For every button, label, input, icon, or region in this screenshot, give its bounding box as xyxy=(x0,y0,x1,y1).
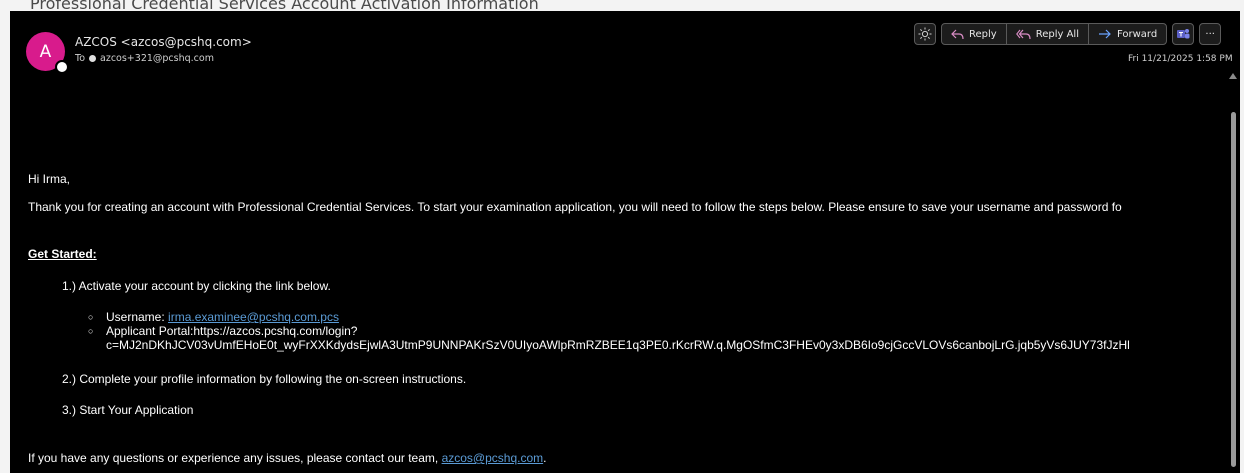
forward-arrow-icon xyxy=(1098,29,1111,39)
message-date: Fri 11/21/2025 1:58 PM xyxy=(1128,54,1233,64)
message-actions-toolbar: Reply Reply All Forward ··· xyxy=(914,23,1222,45)
sun-icon xyxy=(918,27,932,41)
bullet-icon: ○ xyxy=(88,312,94,322)
greeting-text: Hi Irma, xyxy=(28,172,70,186)
forward-label: Forward xyxy=(1116,28,1158,40)
step-2-text: 2.) Complete your profile information by… xyxy=(62,372,467,386)
contact-end: . xyxy=(543,451,547,465)
username-label: Username: xyxy=(106,310,169,324)
sender-name[interactable]: AZCOS <azcos@pcshq.com> xyxy=(75,35,252,49)
reply-icon xyxy=(951,29,964,39)
message-reading-pane: A AZCOS <azcos@pcshq.com> To azcos+321@p… xyxy=(10,11,1240,473)
reply-button-group: Reply Reply All Forward xyxy=(941,23,1168,45)
username-link[interactable]: irma.examinee@pcshq.com.pcs xyxy=(168,310,339,324)
bullet-icon: ○ xyxy=(88,326,94,336)
reply-label: Reply xyxy=(969,28,997,40)
scroll-up-arrow-icon[interactable] xyxy=(1229,73,1237,79)
reply-all-icon xyxy=(1015,29,1031,39)
username-line: Username: irma.examinee@pcshq.com.pcs xyxy=(106,310,339,324)
step-1-text: 1.) Activate your account by clicking th… xyxy=(62,279,331,293)
teams-share-button[interactable] xyxy=(1172,23,1195,45)
contact-text: If you have any questions or experience … xyxy=(28,451,442,465)
contact-email-link[interactable]: azcos@pcshq.com xyxy=(442,451,544,465)
reply-all-label: Reply All xyxy=(1035,28,1079,40)
vertical-scrollbar-thumb[interactable] xyxy=(1231,112,1236,467)
portal-line-1: Applicant Portal:https://azcos.pcshq.com… xyxy=(106,324,358,338)
teams-icon xyxy=(1177,29,1190,39)
reply-all-button[interactable]: Reply All xyxy=(1007,24,1089,44)
get-started-heading: Get Started: xyxy=(28,247,97,261)
portal-line-2: c=MJ2nDKhJCV03vUmfEHoE0t_wyFrXXKdydsEjwl… xyxy=(106,338,1130,352)
step-3-text: 3.) Start Your Application xyxy=(62,403,194,417)
to-label: To xyxy=(75,53,86,64)
reply-button[interactable]: Reply xyxy=(942,24,1007,44)
recipient-line: To azcos+321@pcshq.com xyxy=(75,53,214,64)
brightness-button[interactable] xyxy=(914,23,936,45)
contact-line: If you have any questions or experience … xyxy=(28,451,546,465)
forward-button[interactable]: Forward xyxy=(1089,24,1166,44)
recipient-address[interactable]: azcos+321@pcshq.com xyxy=(100,53,214,64)
more-actions-button[interactable]: ··· xyxy=(1199,23,1222,45)
presence-indicator xyxy=(55,60,69,74)
recipient-status-dot-icon xyxy=(89,55,97,62)
intro-paragraph: Thank you for creating an account with P… xyxy=(28,200,1122,214)
